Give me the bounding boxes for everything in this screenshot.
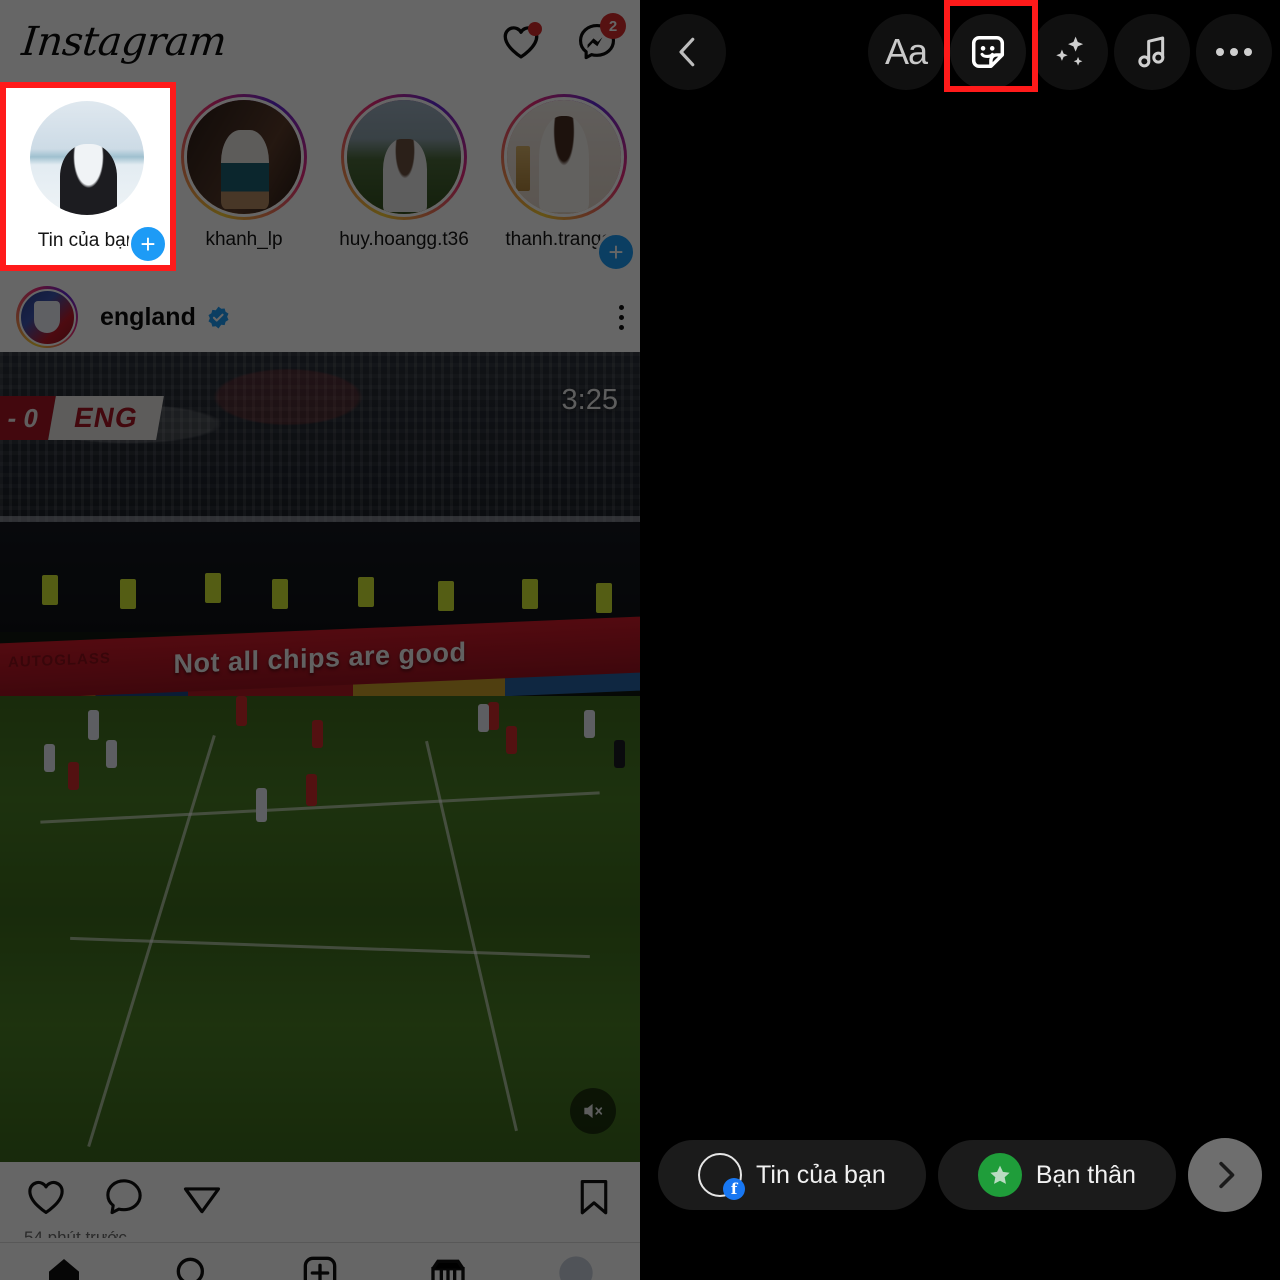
story-avatar (504, 97, 624, 217)
tab-create[interactable] (300, 1253, 340, 1280)
facebook-badge-icon: f (723, 1178, 746, 1200)
add-story-plus-icon[interactable]: + (596, 232, 636, 272)
mute-toggle-button[interactable] (570, 1088, 616, 1134)
story-label: Tin của bạn (37, 230, 137, 251)
your-story-highlight-card[interactable]: + Tin của bạn (2, 85, 172, 268)
sparkles-icon (1056, 36, 1084, 66)
notifications-button[interactable] (500, 21, 542, 63)
story-ring (501, 94, 627, 220)
post-author-avatar[interactable] (16, 286, 78, 348)
stadium-stand (0, 352, 640, 532)
story-item-huy-hoangg[interactable]: huy.hoangg.t36 (324, 84, 484, 251)
next-chevron-icon (1219, 1161, 1235, 1189)
instagram-feed-panel: Instagram 2 + khanh_lp huy.hoangg.t36 th… (0, 0, 640, 1280)
comment-button[interactable] (102, 1175, 146, 1219)
avatar: f (698, 1153, 746, 1200)
messenger-unread-count: 2 (600, 13, 626, 39)
video-timestamp: 3:25 (561, 384, 618, 416)
more-options-icon (1216, 48, 1252, 56)
text-tool-label: Aa (884, 31, 928, 72)
composer-footer: f Tin của bạn Bạn thân (640, 1136, 1280, 1214)
story-avatar (184, 97, 304, 217)
your-story-label: Tin của bạn (756, 1160, 886, 1189)
post-action-bar (0, 1162, 640, 1232)
post-username[interactable]: england (100, 303, 196, 332)
add-story-plus-icon[interactable]: + (128, 224, 168, 264)
user-avatar-icon (30, 101, 144, 215)
crest-shape (34, 301, 60, 333)
score-away: ENG (48, 396, 164, 440)
story-ring (341, 94, 467, 220)
more-options-icon (619, 304, 624, 310)
post-more-options-button[interactable] (619, 304, 624, 330)
story-label: huy.hoangg.t36 (339, 229, 469, 250)
composer-more-button[interactable] (1196, 14, 1272, 90)
score-home: - 0 (0, 396, 57, 440)
share-to-your-story-button[interactable]: f Tin của bạn (658, 1140, 926, 1210)
composer-tools: Aa (868, 14, 1280, 90)
ad-board-text: Not all chips are good (173, 636, 467, 679)
text-tool-button[interactable]: Aa (868, 14, 944, 90)
story-label: khanh_lp (205, 229, 283, 250)
verified-badge-icon (208, 306, 229, 328)
post-author[interactable]: england (100, 303, 231, 332)
green-star-icon (977, 1153, 1022, 1197)
your-story-ring-highlighted: + (24, 95, 168, 264)
messenger-button[interactable]: 2 (576, 13, 626, 63)
back-chevron-icon (679, 37, 695, 67)
screenshot-root: Instagram 2 + khanh_lp huy.hoangg.t36 th… (0, 0, 1280, 1280)
story-avatar (344, 97, 464, 217)
music-note-icon (1138, 36, 1165, 68)
england-crest-icon (18, 288, 76, 346)
share-to-close-friends-button[interactable]: Bạn thân (937, 1140, 1176, 1210)
user-avatar-icon (187, 100, 301, 214)
stewards-row (0, 567, 640, 627)
instagram-logo[interactable]: Instagram (20, 19, 229, 65)
your-story-avatar-highlighted (27, 98, 147, 218)
user-avatar-icon (507, 100, 621, 214)
bottom-tab-bar[interactable] (0, 1243, 640, 1280)
music-tool-button[interactable] (1114, 14, 1190, 90)
like-button[interactable] (24, 1175, 68, 1219)
feed-header: Instagram 2 (0, 0, 640, 84)
story-composer-panel: Aa f Tin của bạn Bạn thân (640, 0, 1280, 1280)
unread-dot-badge (528, 22, 542, 36)
tab-profile[interactable] (556, 1253, 596, 1280)
score-overlay: - 0 ENG (0, 396, 164, 440)
tab-shop[interactable] (428, 1253, 468, 1280)
effects-tool-button[interactable] (1032, 14, 1108, 90)
story-item-thanh-tranggg[interactable]: thanh.tranggg (484, 84, 640, 251)
composer-toolbar: Aa (640, 12, 1280, 92)
save-button[interactable] (572, 1175, 616, 1219)
close-friends-label: Bạn thân (1035, 1160, 1136, 1189)
story-ring (181, 94, 307, 220)
tab-search[interactable] (172, 1253, 212, 1280)
share-button[interactable] (180, 1175, 224, 1219)
user-avatar-icon (347, 100, 461, 214)
sticker-tool-button[interactable] (950, 14, 1026, 90)
back-button[interactable] (650, 14, 726, 90)
mute-icon (584, 1103, 603, 1119)
sticker-icon (971, 35, 1005, 69)
tab-home[interactable] (44, 1253, 84, 1280)
next-button[interactable] (1188, 1138, 1262, 1212)
football-pitch (0, 696, 640, 1162)
post-media-video[interactable]: Not all chips are good AUTOGLASS - 0 ENG… (0, 352, 640, 1162)
header-actions: 2 (500, 13, 626, 63)
story-item-khanh-lp[interactable]: khanh_lp (164, 84, 324, 251)
post-header: england (0, 282, 640, 352)
